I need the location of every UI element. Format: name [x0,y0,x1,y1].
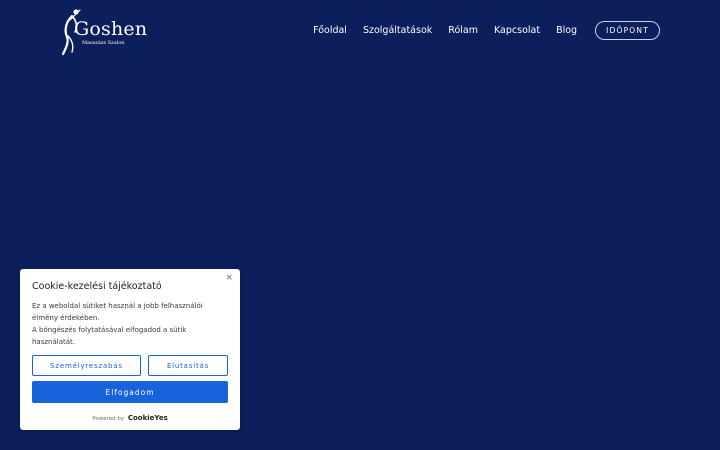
site-header: Goshen Masszázs Szalon Főoldal Szolgálta… [0,0,720,62]
nav-item-about[interactable]: Rólam [448,25,478,36]
cookie-description: Ez a weboldal sütiket használ a jobb fel… [32,300,222,348]
main-nav: Főoldal Szolgáltatások Rólam Kapcsolat B… [297,21,660,40]
reject-button[interactable]: Elutasítás [148,355,228,376]
powered-by: Powered by CookieYes [20,414,240,422]
close-icon[interactable]: × [225,273,233,283]
cookie-description-line-1: Ez a weboldal sütiket használ a jobb fel… [32,302,203,322]
cookie-secondary-buttons: Személyreszabás Elutasítás [32,355,228,376]
cookieyes-logo[interactable]: CookieYes [128,414,168,422]
nav-item-blog[interactable]: Blog [556,25,577,36]
logo-wordmark: Goshen [74,18,148,40]
nav-item-home[interactable]: Főoldal [313,25,347,36]
page: Goshen Masszázs Szalon Főoldal Szolgálta… [0,0,720,450]
cookie-consent-banner: × Cookie-kezelési tájékoztató Ez a webol… [20,269,240,430]
customize-button[interactable]: Személyreszabás [32,355,141,376]
cookie-title: Cookie-kezelési tájékoztató [32,281,162,292]
appointment-button[interactable]: IDŐPONT [595,21,660,40]
accept-button[interactable]: Elfogadom [32,381,228,403]
cookie-description-line-2: A böngészés folytatásával elfogadod a sü… [32,326,187,346]
site-logo[interactable]: Goshen Masszázs Szalon [58,6,148,56]
powered-by-label: Powered by [92,416,125,422]
logo-tagline: Masszázs Szalon [82,40,125,46]
nav-item-contact[interactable]: Kapcsolat [494,25,540,36]
nav-item-services[interactable]: Szolgáltatások [363,25,432,36]
